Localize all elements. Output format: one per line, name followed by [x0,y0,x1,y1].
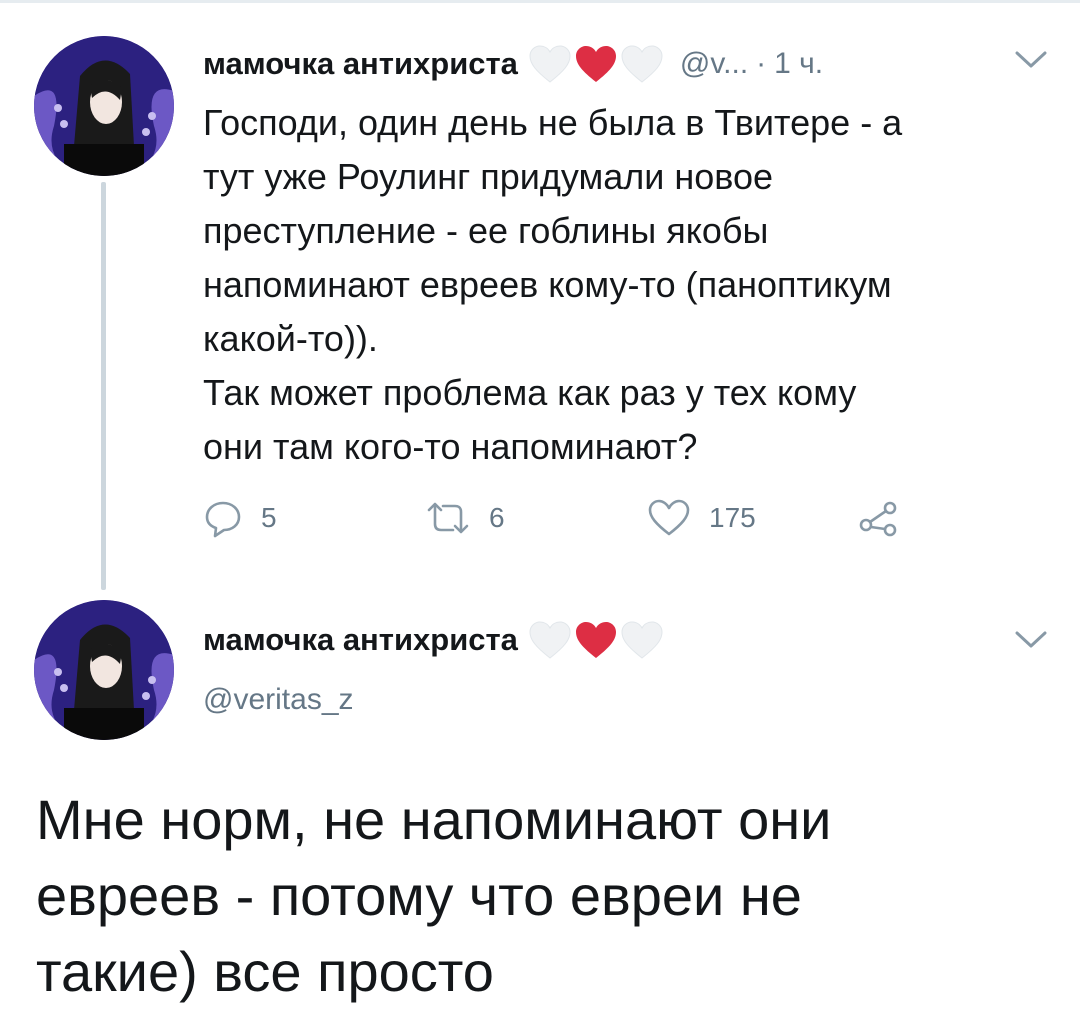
retweet-count: 6 [489,502,505,533]
separator-dot: · [756,47,767,80]
name-emoji [528,620,666,660]
like-button[interactable]: 175 [647,492,756,544]
tweet-text-line: Господи, один день не была в Твитере - а [203,102,903,143]
like-icon [648,499,690,536]
author-handle[interactable]: @veritas_z [203,683,354,717]
retweet-icon [427,502,469,534]
reply-text-line: Мне норм, не напоминают они [36,788,832,851]
name-emoji [528,44,666,84]
tweet-text: Господи, один день не была в Твитере - а… [203,96,1063,474]
author-handle[interactable]: @v... [680,47,748,81]
avatar-image [34,36,174,176]
tweet-text-line: преступление - ее гоблины якобы [203,210,769,251]
tweet-text-line: Так может проблема как раз у тех кому [203,372,857,413]
reply-text-line: такие) все просто [36,940,494,1003]
tweet-text-line: тут уже Роулинг придумали новое [203,156,774,197]
white-heart-icon [529,621,571,659]
tweet-text-line: какой-то)). [203,318,378,359]
tweet-header: мамочка антихриста @v... · 1 ч. [203,38,823,90]
avatar[interactable] [34,36,174,176]
red-heart-icon [575,46,616,82]
thread-line [101,182,106,590]
tweet-actions: 5 6 175 [203,492,923,544]
chevron-down-icon[interactable] [1014,50,1048,70]
divider [0,0,1080,3]
avatar-image [34,600,174,740]
tweet-text-line: напоминают евреев кому-то (паноптикум [203,264,892,305]
reply-text: Мне норм, не напоминают они евреев - пот… [36,782,1046,1010]
chevron-down-icon[interactable] [1014,630,1048,650]
white-heart-icon [529,45,571,83]
white-heart-icon [621,621,663,659]
timestamp[interactable]: 1 ч. [774,47,823,81]
like-count: 175 [709,502,756,533]
share-button[interactable] [857,492,901,544]
author-name[interactable]: мамочка антихриста [203,622,518,658]
tweet-thread: мамочка антихриста @v... · 1 ч. Господи,… [0,0,1080,1019]
white-heart-icon [621,45,663,83]
share-icon [859,501,897,537]
tweet-text-line: они там кого-то напоминают? [203,426,698,467]
red-heart-icon [575,622,616,658]
reply-icon [205,501,241,538]
reply-button[interactable]: 5 [203,492,277,544]
retweet-button[interactable]: 6 [425,492,505,544]
reply-text-line: евреев - потому что евреи не [36,864,802,927]
author-name[interactable]: мамочка антихриста [203,46,518,82]
reply-header: мамочка антихриста [203,614,666,666]
avatar[interactable] [34,600,174,740]
reply-count: 5 [261,502,277,533]
